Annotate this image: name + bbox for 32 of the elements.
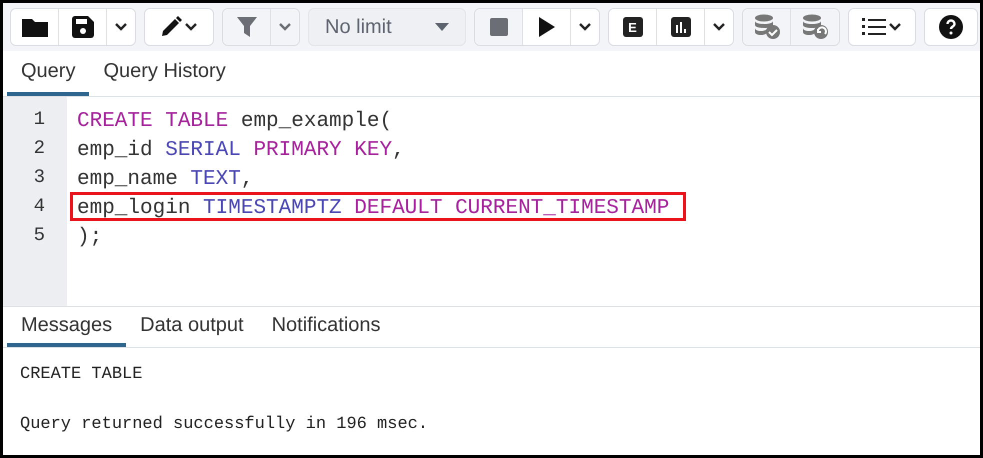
- message-text: Query returned successfully in 196 msec.: [20, 414, 430, 436]
- caret-icon: [278, 22, 292, 32]
- open-button[interactable]: [11, 9, 59, 45]
- database-undo-icon: [801, 14, 829, 40]
- bar-chart-icon: [670, 17, 690, 37]
- caret-icon: [578, 22, 592, 32]
- code-line: CREATE TABLE emp_example(: [76, 109, 394, 134]
- stop-icon: [490, 18, 508, 36]
- line-number: 4: [32, 194, 46, 219]
- caret-icon: [888, 22, 902, 32]
- filter-icon: [236, 17, 256, 37]
- database-check-icon: [752, 14, 780, 40]
- explain-icon: E: [622, 17, 642, 37]
- folder-icon: [22, 17, 48, 37]
- numbered-list-icon: [862, 17, 886, 37]
- play-icon: [538, 17, 554, 37]
- code-line: emp_id SERIAL PRIMARY KEY,: [76, 138, 406, 163]
- code-line: );: [76, 225, 104, 250]
- help-icon: [939, 15, 963, 39]
- line-number: 5: [32, 223, 46, 248]
- pencil-icon: [160, 16, 182, 38]
- caret-icon: [712, 22, 726, 32]
- explain-button[interactable]: E: [609, 9, 657, 45]
- caret-icon: [114, 22, 128, 32]
- code-line: emp_name TEXT,: [76, 167, 254, 192]
- save-icon: [72, 16, 94, 38]
- caret-icon: [184, 22, 198, 32]
- line-number: 3: [32, 165, 46, 190]
- line-number: 2: [32, 136, 46, 161]
- line-number: 1: [32, 107, 46, 132]
- message-text: CREATE TABLE: [20, 364, 144, 386]
- dropdown-arrow-icon: [435, 23, 449, 31]
